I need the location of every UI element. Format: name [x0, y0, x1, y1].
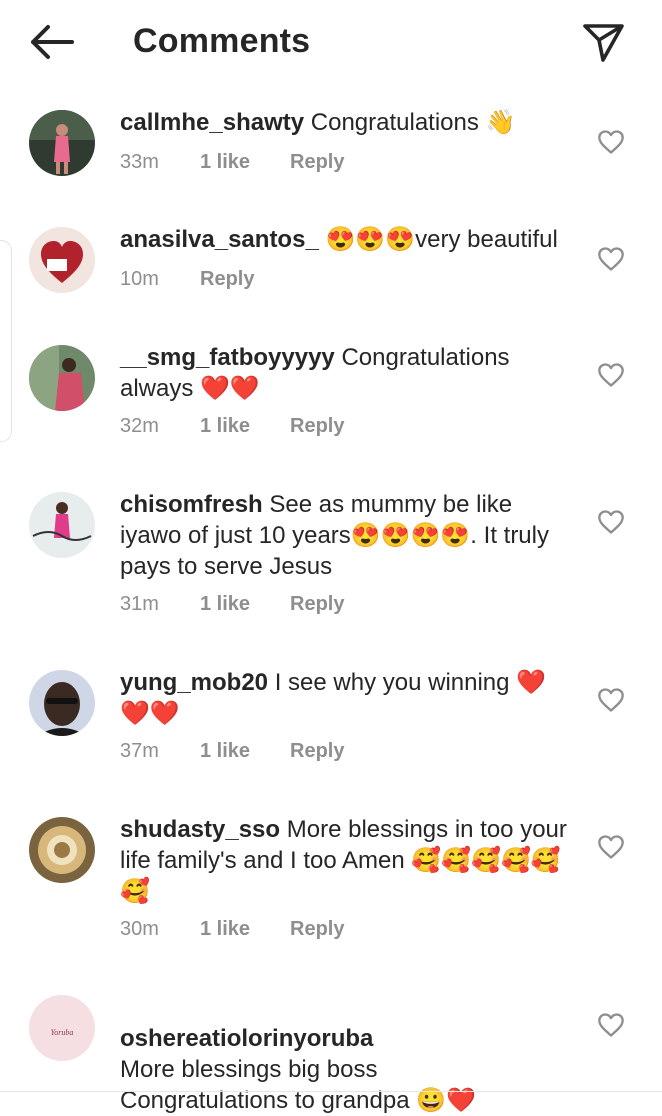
heart-icon[interactable]	[597, 509, 625, 535]
divider	[0, 1091, 662, 1092]
likes-count[interactable]: 1 like	[200, 918, 250, 941]
avatar[interactable]	[29, 817, 95, 883]
comment-time: 30m	[120, 918, 159, 940]
page-title: Comments	[133, 22, 311, 60]
comment-username[interactable]: chisomfresh	[120, 491, 263, 518]
comment-time: 37m	[120, 740, 159, 762]
reply-button[interactable]: Reply	[290, 740, 344, 763]
comment-username[interactable]: anasilva_santos_	[120, 226, 319, 253]
heart-icon[interactable]	[597, 1012, 625, 1038]
comment-time: 31m	[120, 593, 159, 615]
comment-time: 33m	[120, 151, 159, 173]
reply-button[interactable]: Reply	[200, 268, 254, 291]
comment-text: 😍😍😍very beautiful	[325, 226, 558, 253]
avatar[interactable]	[29, 670, 95, 736]
avatar[interactable]: Yoruba	[29, 995, 95, 1061]
likes-count[interactable]: 1 like	[200, 415, 250, 438]
avatar[interactable]	[29, 492, 95, 558]
avatar[interactable]	[29, 110, 95, 176]
likes-count[interactable]: 1 like	[200, 151, 250, 174]
heart-icon[interactable]	[597, 362, 625, 388]
reply-button[interactable]: Reply	[290, 593, 344, 616]
comment-username[interactable]: yung_mob20	[120, 669, 268, 696]
comments-header: Comments	[0, 0, 662, 88]
avatar[interactable]	[29, 227, 95, 293]
paper-plane-icon	[583, 24, 624, 62]
heart-icon[interactable]	[597, 834, 625, 860]
heart-icon[interactable]	[597, 129, 625, 155]
avatar-logo-text: Yoruba	[51, 1028, 74, 1037]
reply-button[interactable]: Reply	[290, 918, 344, 941]
likes-count[interactable]: 1 like	[200, 593, 250, 616]
comment-time: 32m	[120, 415, 159, 437]
reply-button[interactable]: Reply	[290, 151, 344, 174]
heart-icon[interactable]	[597, 246, 625, 272]
comment-username[interactable]: callmhe_shawty	[120, 109, 304, 136]
reply-button[interactable]: Reply	[290, 415, 344, 438]
comment-time: 10m	[120, 268, 159, 290]
likes-count[interactable]: 1 like	[200, 740, 250, 763]
edge-panel-handle[interactable]	[0, 240, 12, 442]
arrow-left-icon	[31, 25, 74, 59]
share-button[interactable]	[580, 20, 626, 66]
comment-username[interactable]: shudasty_sso	[120, 816, 280, 843]
avatar[interactable]	[29, 345, 95, 411]
comment-text: More blessings big boss Congratulations …	[120, 1056, 476, 1114]
comment-text: Congratulations 👋	[310, 109, 516, 136]
comment-username[interactable]: __smg_fatboyyyyy	[120, 344, 335, 371]
comment-username[interactable]: oshereatiolorinyoruba	[120, 1025, 373, 1052]
back-button[interactable]	[26, 22, 76, 62]
heart-icon[interactable]	[597, 687, 625, 713]
